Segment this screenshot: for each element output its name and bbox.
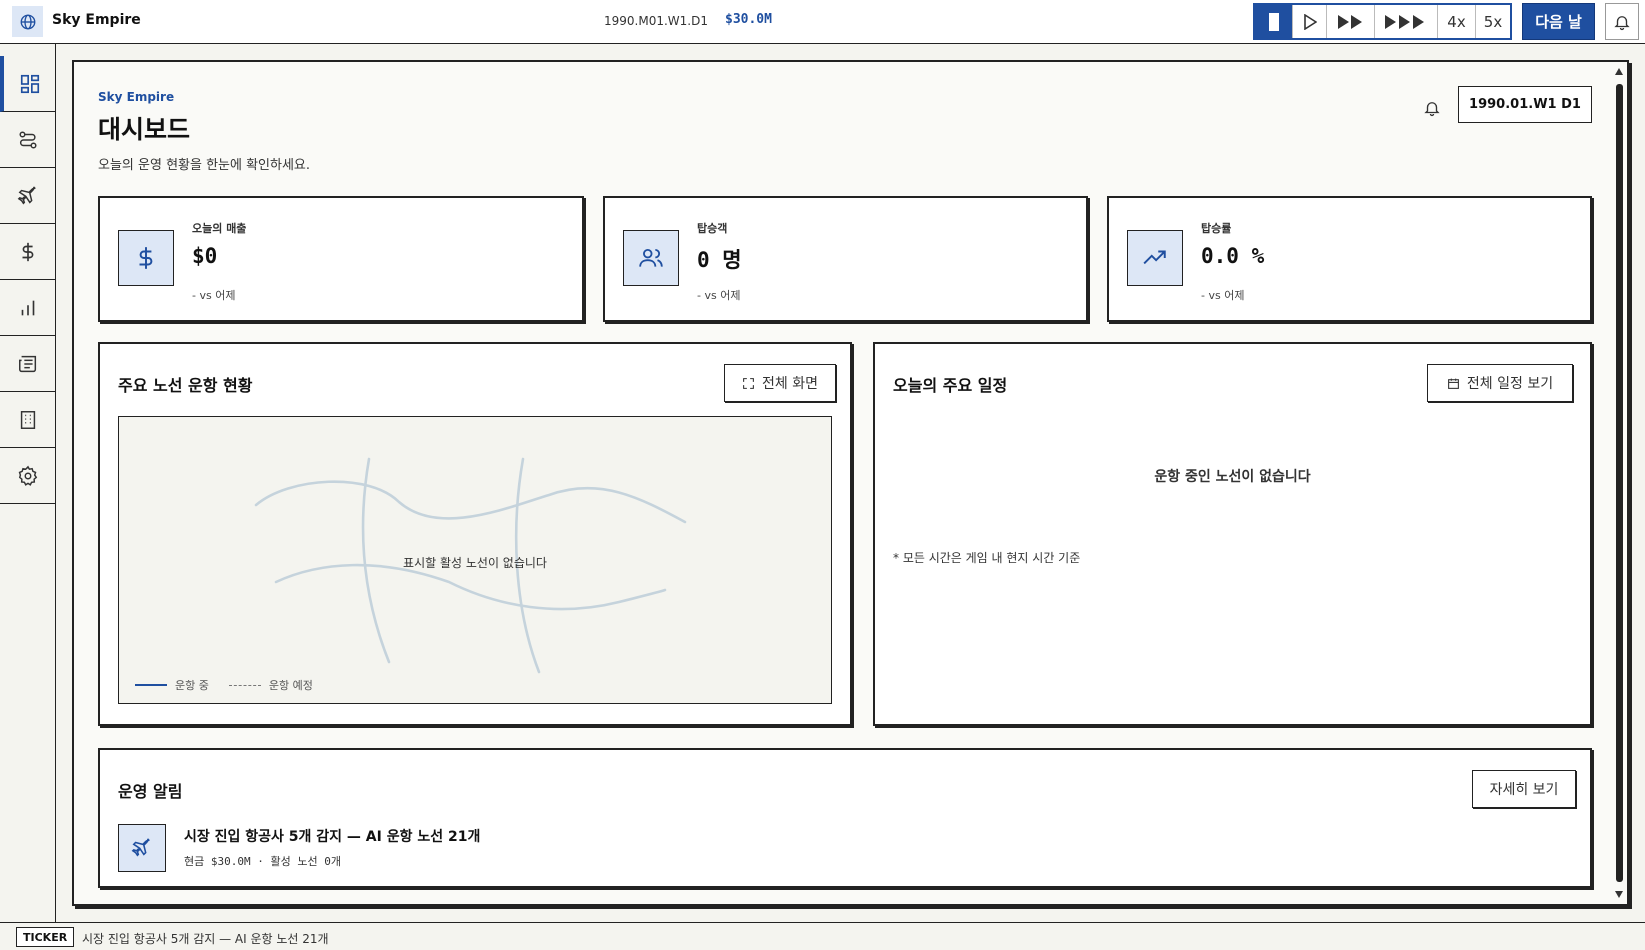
dollar-icon xyxy=(22,242,33,261)
sidebar-item-settings[interactable] xyxy=(0,448,55,504)
stat-card-load-factor: 탑승률 0.0 % - vs 어제 xyxy=(1107,196,1592,322)
stat-label: 오늘의 매출 xyxy=(192,222,247,235)
date-badge[interactable]: 1990.01.W1 D1 xyxy=(1458,86,1592,123)
ticker-text: 시장 진입 항공사 5개 감지 — AI 운항 노선 21개 xyxy=(82,932,329,946)
dollar-icon xyxy=(118,230,174,286)
sidebar-item-statistics[interactable] xyxy=(0,280,55,336)
game-date: 1990.M01.W1.D1 xyxy=(604,14,708,28)
map-legend: 운항 중 운항 예정 xyxy=(135,677,313,693)
bar-chart-icon xyxy=(21,300,34,315)
stat-card-passengers: 탑승객 0 명 - vs 어제 xyxy=(603,196,1088,322)
schedule-panel: 오늘의 주요 일정 전체 일정 보기 운항 중인 노선이 없습니다 * 모든 시… xyxy=(873,342,1592,726)
sidebar-item-fleet[interactable] xyxy=(0,168,55,224)
stat-value: $0 xyxy=(192,244,218,268)
ticker-bar: TICKER 시장 진입 항공사 5개 감지 — AI 운항 노선 21개 xyxy=(0,922,1645,950)
building-icon xyxy=(20,410,35,429)
legend-planned-label: 운항 예정 xyxy=(268,679,313,692)
expand-icon xyxy=(743,377,754,389)
scroll-down-arrow[interactable] xyxy=(1615,891,1623,898)
triple-forward-icon xyxy=(1385,14,1424,29)
speed-controls: 4x 5x xyxy=(1253,3,1512,40)
newspaper-icon xyxy=(18,355,36,372)
fullscreen-button[interactable]: 전체 화면 xyxy=(724,364,836,402)
sidebar-item-company[interactable] xyxy=(0,392,55,448)
stat-delta: - vs 어제 xyxy=(697,289,741,302)
routes-panel-title: 주요 노선 운항 현황 xyxy=(118,376,253,395)
speed-4x-button[interactable]: 4x xyxy=(1438,5,1476,38)
alert-details-label: 자세히 보기 xyxy=(1489,782,1559,798)
fast-forward-icon xyxy=(1337,14,1362,29)
routes-icon xyxy=(18,130,37,149)
notifications-button[interactable] xyxy=(1605,3,1639,40)
stat-label: 탑승률 xyxy=(1201,222,1232,235)
view-all-schedule-button[interactable]: 전체 일정 보기 xyxy=(1427,364,1573,402)
routes-panel: 주요 노선 운항 현황 전체 화면 표시할 활성 노선이 없습니다 운항 중 운… xyxy=(98,342,852,726)
globe-icon[interactable] xyxy=(12,6,43,37)
route-map[interactable]: 표시할 활성 노선이 없습니다 운항 중 운항 예정 xyxy=(118,416,832,704)
header-bell-button[interactable] xyxy=(1420,96,1444,120)
schedule-empty-message: 운항 중인 노선이 없습니다 xyxy=(1154,469,1311,485)
calendar-icon xyxy=(1447,378,1459,389)
sidebar xyxy=(0,44,56,922)
alert-details-button[interactable]: 자세히 보기 xyxy=(1472,770,1576,808)
stat-value: 0.0 % xyxy=(1201,244,1265,268)
sidebar-item-finance[interactable] xyxy=(0,224,55,280)
ticker-tag: TICKER xyxy=(16,927,75,947)
stat-delta: - vs 어제 xyxy=(1201,289,1245,302)
play-speed-2-button[interactable] xyxy=(1327,5,1375,38)
airplane-icon xyxy=(118,824,166,872)
app-title: Sky Empire xyxy=(52,12,141,28)
fullscreen-label: 전체 화면 xyxy=(762,376,818,392)
bell-icon xyxy=(1614,15,1630,30)
sidebar-item-routes[interactable] xyxy=(0,112,55,168)
top-bar: Sky Empire 1990.M01.W1.D1 $30.0M 4x 5x 다… xyxy=(0,0,1645,44)
legend-active-label: 운항 중 xyxy=(175,679,209,692)
stat-value: 0 명 xyxy=(697,248,742,272)
alerts-panel: 운영 알림 자세히 보기 시장 진입 항공사 5개 감지 — AI 운항 노선 … xyxy=(98,748,1592,888)
stat-label: 탑승객 xyxy=(697,222,728,235)
trending-up-icon xyxy=(1127,230,1183,286)
legend-planned-line xyxy=(228,684,261,686)
brand-label: Sky Empire xyxy=(98,90,175,104)
alerts-panel-title: 운영 알림 xyxy=(118,782,183,801)
gear-icon xyxy=(18,465,37,486)
alert-detail: 현금 $30.0M · 활성 노선 0개 xyxy=(184,855,341,868)
page-subtitle: 오늘의 운영 현황을 한눈에 확인하세요. xyxy=(98,158,311,173)
alert-headline: 시장 진입 항공사 5개 감지 — AI 운항 노선 21개 xyxy=(184,829,481,845)
play-speed-1-button[interactable] xyxy=(1293,5,1327,38)
cash-display: $30.0M xyxy=(725,12,772,27)
sidebar-item-dashboard[interactable] xyxy=(0,56,55,112)
legend-active-line xyxy=(135,684,167,686)
play-icon xyxy=(1303,13,1317,30)
scrollbar[interactable] xyxy=(1615,68,1623,898)
stat-card-revenue: 오늘의 매출 $0 - vs 어제 xyxy=(98,196,584,322)
dashboard-icon xyxy=(20,74,39,93)
dashboard-panel: Sky Empire 대시보드 오늘의 운영 현황을 한눈에 확인하세요. 19… xyxy=(72,60,1629,906)
next-day-button[interactable]: 다음 날 xyxy=(1522,3,1595,40)
pause-icon xyxy=(1268,12,1279,31)
scroll-thumb[interactable] xyxy=(1616,84,1623,882)
play-speed-3-button[interactable] xyxy=(1375,5,1438,38)
scroll-up-arrow[interactable] xyxy=(1615,68,1623,75)
page-title: 대시보드 xyxy=(98,115,191,144)
sidebar-item-news[interactable] xyxy=(0,336,55,392)
airplane-icon xyxy=(17,185,36,204)
stat-delta: - vs 어제 xyxy=(192,289,236,302)
pause-button[interactable] xyxy=(1255,5,1293,38)
bell-icon xyxy=(1424,102,1440,117)
speed-5x-button[interactable]: 5x xyxy=(1476,5,1510,38)
schedule-note: * 모든 시간은 게임 내 현지 시간 기준 xyxy=(893,551,1081,565)
map-empty-message: 표시할 활성 노선이 없습니다 xyxy=(403,556,547,570)
users-icon xyxy=(623,230,679,286)
schedule-panel-title: 오늘의 주요 일정 xyxy=(893,376,1008,395)
view-all-schedule-label: 전체 일정 보기 xyxy=(1466,376,1554,392)
